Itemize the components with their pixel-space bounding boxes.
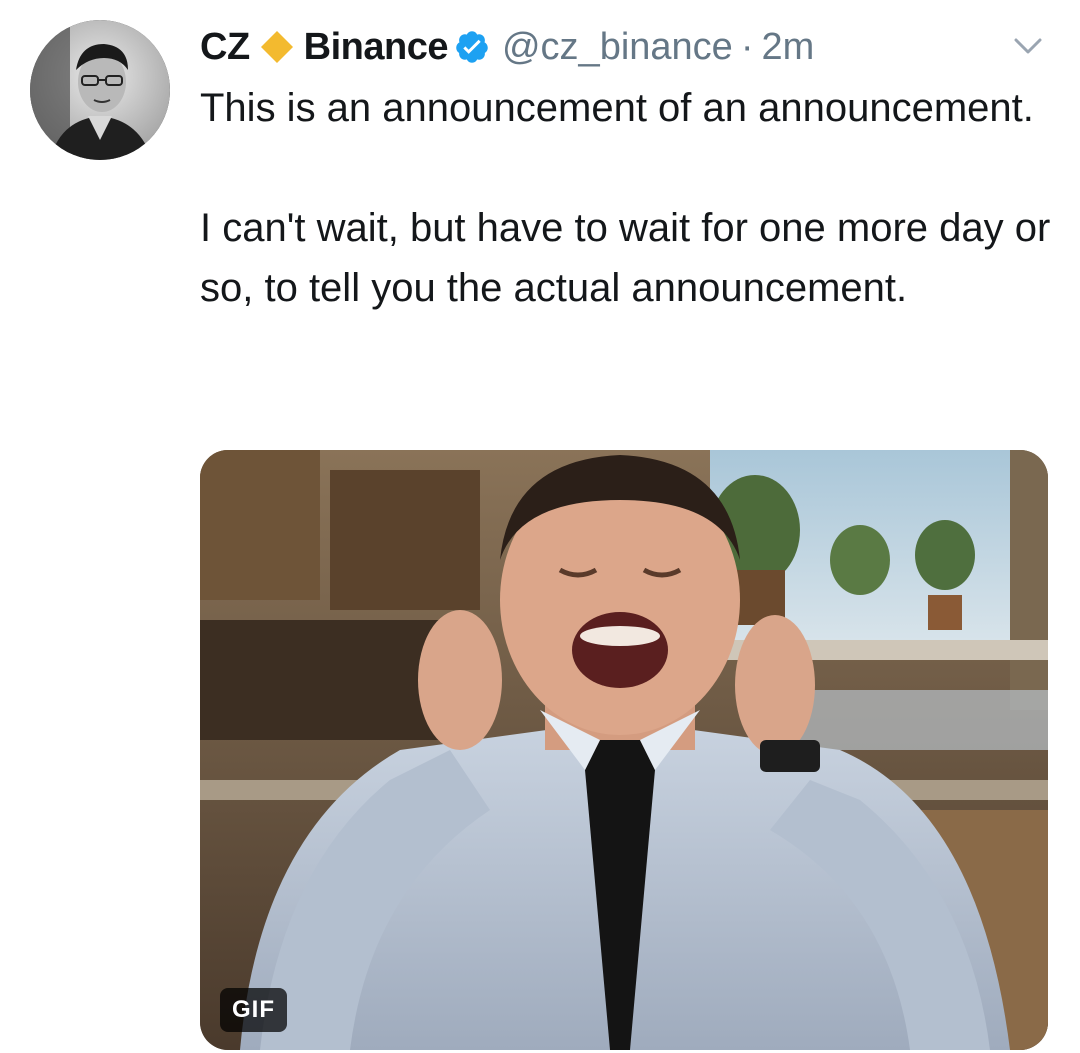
display-name[interactable]: CZ bbox=[200, 26, 250, 69]
verified-badge-icon bbox=[454, 29, 490, 65]
tweet-text: This is an announcement of an announceme… bbox=[200, 78, 1060, 318]
avatar[interactable] bbox=[30, 20, 170, 160]
tweet-paragraph-1: This is an announcement of an announceme… bbox=[200, 86, 1034, 130]
tweet-header: CZ Binance @cz_binance · 2m bbox=[200, 20, 814, 74]
binance-diamond-icon bbox=[260, 30, 294, 64]
separator-dot: · bbox=[740, 25, 754, 68]
gif-badge: GIF bbox=[220, 988, 287, 1032]
user-handle[interactable]: @cz_binance bbox=[502, 26, 733, 69]
timestamp[interactable]: 2m bbox=[761, 26, 814, 69]
gif-media[interactable]: GIF bbox=[200, 450, 1048, 1050]
account-name[interactable]: Binance bbox=[304, 26, 449, 69]
chevron-down-icon[interactable] bbox=[1010, 28, 1046, 64]
tweet-paragraph-2: I can't wait, but have to wait for one m… bbox=[200, 206, 1051, 310]
